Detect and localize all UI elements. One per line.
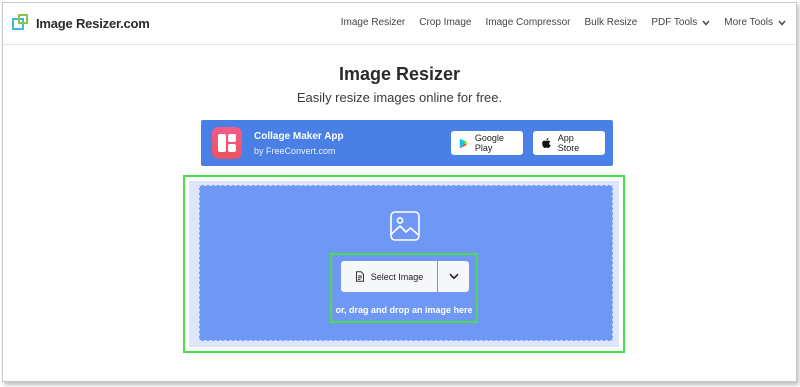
nav-label: Image Compressor: [485, 17, 571, 28]
nav-crop-image[interactable]: Crop Image: [419, 17, 471, 28]
app-store-button[interactable]: App Store: [533, 131, 605, 155]
app-promo-banner[interactable]: Collage Maker App by FreeConvert.com Goo…: [201, 120, 613, 166]
nav-label: PDF Tools: [651, 17, 698, 28]
collage-app-icon: [212, 127, 242, 159]
site-header: Image Resizer.com Image Resizer Crop Ima…: [3, 3, 796, 45]
site-logo[interactable]: Image Resizer.com: [12, 14, 150, 32]
nav-image-resizer[interactable]: Image Resizer: [341, 17, 405, 28]
nav-label: More Tools: [724, 17, 773, 28]
drag-drop-hint: or, drag and drop an image here: [335, 305, 473, 315]
promo-app-title: Collage Maker App: [254, 131, 344, 142]
nav-pdf-tools[interactable]: PDF Tools: [651, 17, 710, 28]
google-play-label: Google Play: [474, 133, 504, 153]
app-store-label: App Store: [557, 133, 580, 153]
chevron-down-icon: [702, 20, 710, 26]
nav-bulk-resize[interactable]: Bulk Resize: [585, 17, 638, 28]
chevron-down-icon: [778, 20, 786, 26]
main-nav: Image Resizer Crop Image Image Compresso…: [327, 17, 786, 28]
logo-text: Image Resizer.com: [36, 15, 150, 31]
nav-label: Image Resizer: [340, 17, 406, 28]
page-subtitle: Easily resize images online for free.: [296, 90, 503, 105]
image-placeholder-icon: [390, 211, 420, 241]
nav-label: Crop Image: [419, 17, 472, 28]
page-title: Image Resizer: [338, 64, 461, 84]
google-play-button[interactable]: Google Play: [451, 131, 523, 155]
google-play-icon: [459, 138, 469, 148]
select-image-button[interactable]: Select Image: [341, 261, 437, 292]
upload-source-dropdown[interactable]: [438, 261, 469, 292]
apple-icon: [542, 137, 551, 148]
promo-app-sub: by FreeConvert.com: [254, 146, 336, 156]
nav-label: Bulk Resize: [584, 17, 638, 28]
browser-page: Image Resizer.com Image Resizer Crop Ima…: [2, 2, 797, 382]
nav-image-compressor[interactable]: Image Compressor: [485, 17, 570, 28]
file-icon: [355, 271, 364, 282]
select-image-label: Select Image: [370, 271, 424, 282]
chevron-down-icon: [448, 273, 459, 280]
logo-icon: [12, 14, 30, 32]
nav-more-tools[interactable]: More Tools: [724, 17, 786, 28]
